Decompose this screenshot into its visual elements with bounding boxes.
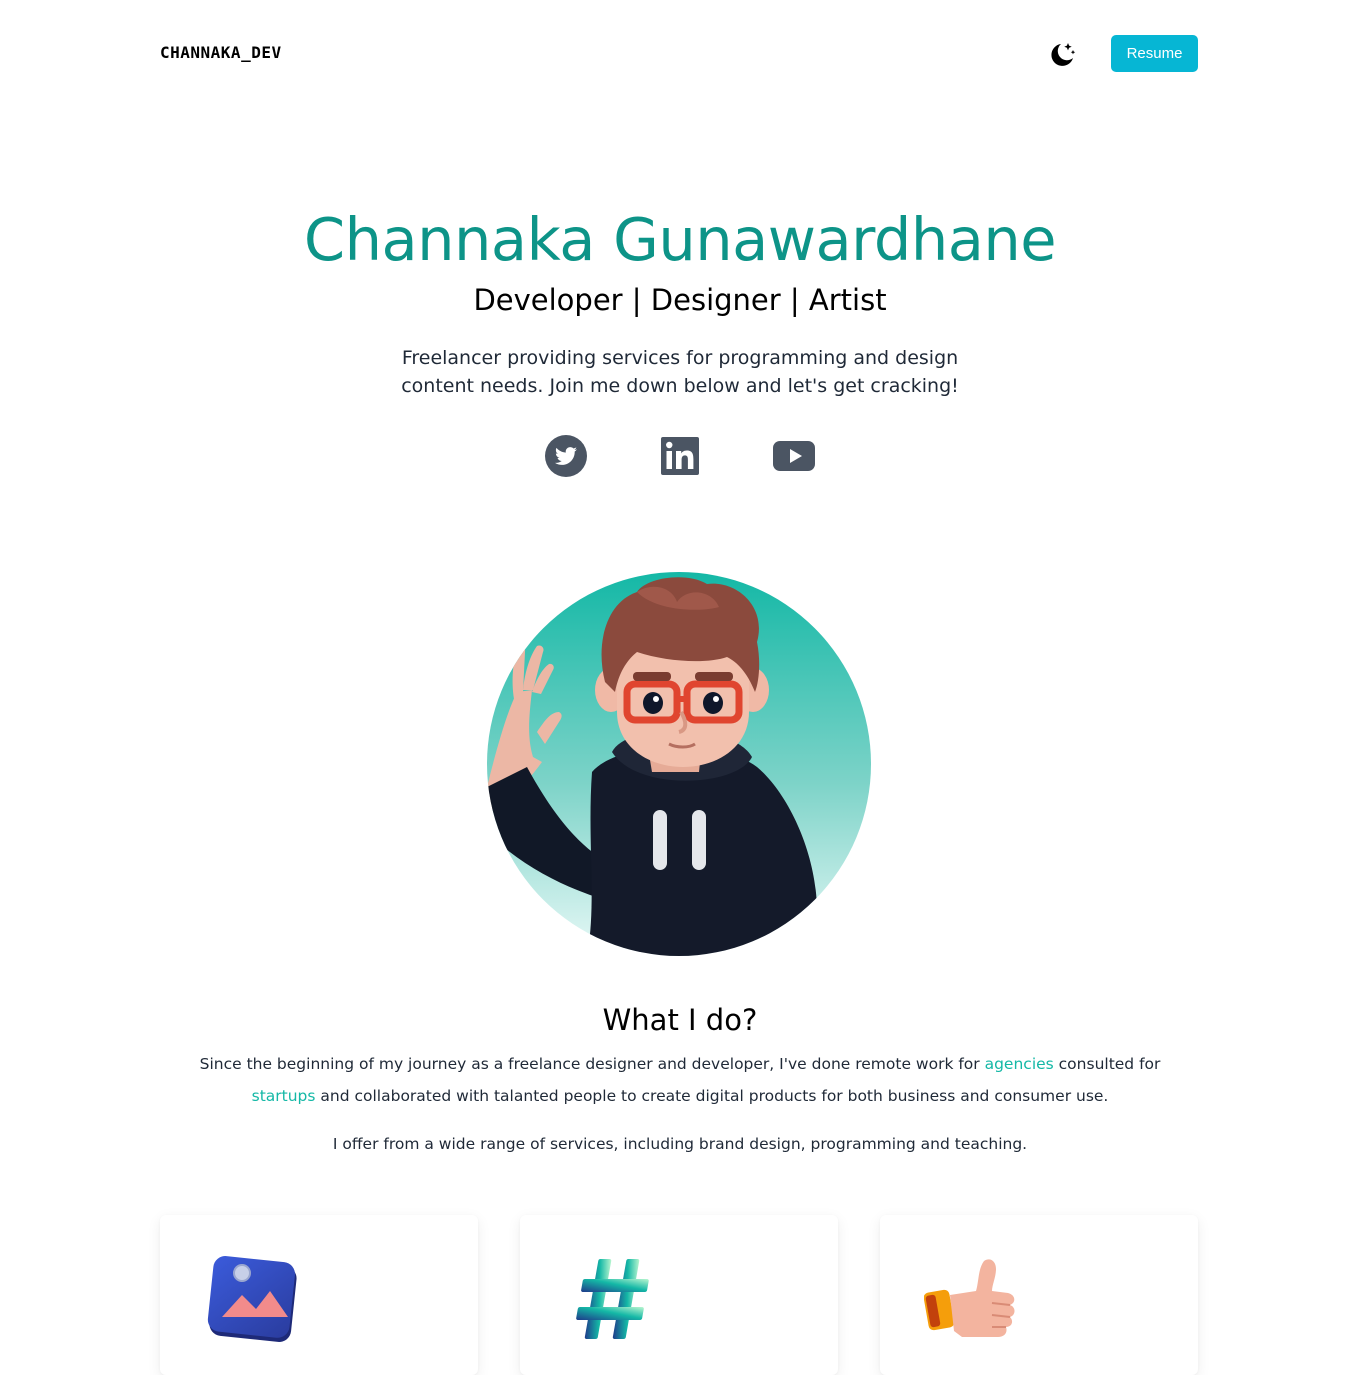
- social-links: [0, 434, 1360, 478]
- service-card-programming[interactable]: [520, 1215, 838, 1375]
- top-nav: CHANNAKA_DEV Resume: [160, 35, 1198, 73]
- startups-link[interactable]: startups: [252, 1087, 316, 1105]
- hero-roles: Developer | Designer | Artist: [473, 283, 887, 317]
- hero-description: Freelancer providing services for progra…: [401, 347, 959, 397]
- site-logo[interactable]: CHANNAKA_DEV: [160, 43, 282, 62]
- about-text-part: and collaborated with talanted people to…: [315, 1087, 1109, 1105]
- service-card-design[interactable]: [160, 1215, 478, 1375]
- thumbs-up-icon: [924, 1259, 1015, 1337]
- resume-button[interactable]: Resume: [1111, 35, 1198, 72]
- image-icon: [207, 1256, 297, 1342]
- services-paragraph: I offer from a wide range of services, i…: [332, 1135, 1028, 1153]
- avatar: [487, 572, 871, 956]
- moon-stars-icon[interactable]: [1046, 39, 1078, 71]
- agencies-link[interactable]: agencies: [985, 1055, 1054, 1073]
- youtube-icon[interactable]: [772, 434, 816, 478]
- linkedin-icon[interactable]: [658, 434, 702, 478]
- service-card-teaching[interactable]: [880, 1215, 1198, 1375]
- about-text-part: Since the beginning of my journey as a f…: [199, 1055, 985, 1073]
- about-paragraph: Since the beginning of my journey as a f…: [190, 1048, 1170, 1112]
- about-text-part: consulted for: [1053, 1055, 1161, 1073]
- twitter-icon[interactable]: [544, 434, 588, 478]
- hero-section: Channaka Gunawardhane Developer | Design…: [0, 200, 1360, 400]
- avatar-illustration: [487, 577, 817, 956]
- hashtag-icon: [576, 1259, 649, 1339]
- section-title: What I do?: [602, 1003, 758, 1037]
- hero-name: Channaka Gunawardhane: [303, 205, 1057, 274]
